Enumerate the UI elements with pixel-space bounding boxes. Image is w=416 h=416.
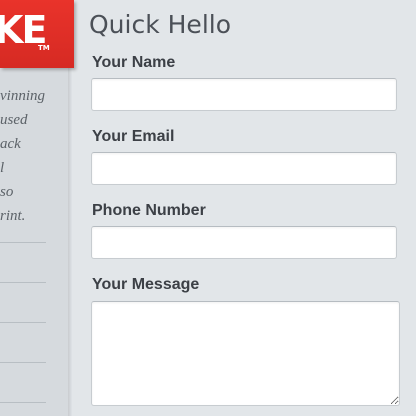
sidebar-text-line: so (0, 184, 14, 200)
page: vinning used ack l so rint. KE TM Quick … (0, 0, 416, 416)
phone-label: Phone Number (92, 202, 206, 219)
sidebar-text: vinning used ack l so rint. (0, 84, 68, 228)
message-label: Your Message (92, 276, 200, 293)
name-input[interactable] (91, 78, 397, 111)
sidebar-divider (0, 282, 46, 283)
sidebar-divider (0, 242, 46, 243)
phone-input[interactable] (91, 226, 397, 259)
sidebar-text-line: vinning (0, 88, 45, 104)
email-label: Your Email (92, 128, 175, 145)
email-input[interactable] (91, 152, 397, 185)
message-textarea[interactable] (91, 301, 400, 406)
logo[interactable]: KE TM (0, 0, 74, 68)
sidebar-text-line: used (0, 112, 28, 128)
sidebar-text-line: rint. (0, 208, 26, 224)
sidebar-divider (0, 402, 46, 403)
form-heading: Quick Hello (89, 10, 232, 39)
sidebar-divider (0, 322, 46, 323)
sidebar-text-line: l (0, 160, 5, 176)
name-label: Your Name (92, 54, 176, 71)
sidebar-text-line: ack (0, 136, 21, 152)
contact-form: Quick Hello Your Name Your Email Phone N… (72, 0, 416, 416)
logo-trademark: TM (38, 44, 50, 52)
sidebar-divider (0, 362, 46, 363)
